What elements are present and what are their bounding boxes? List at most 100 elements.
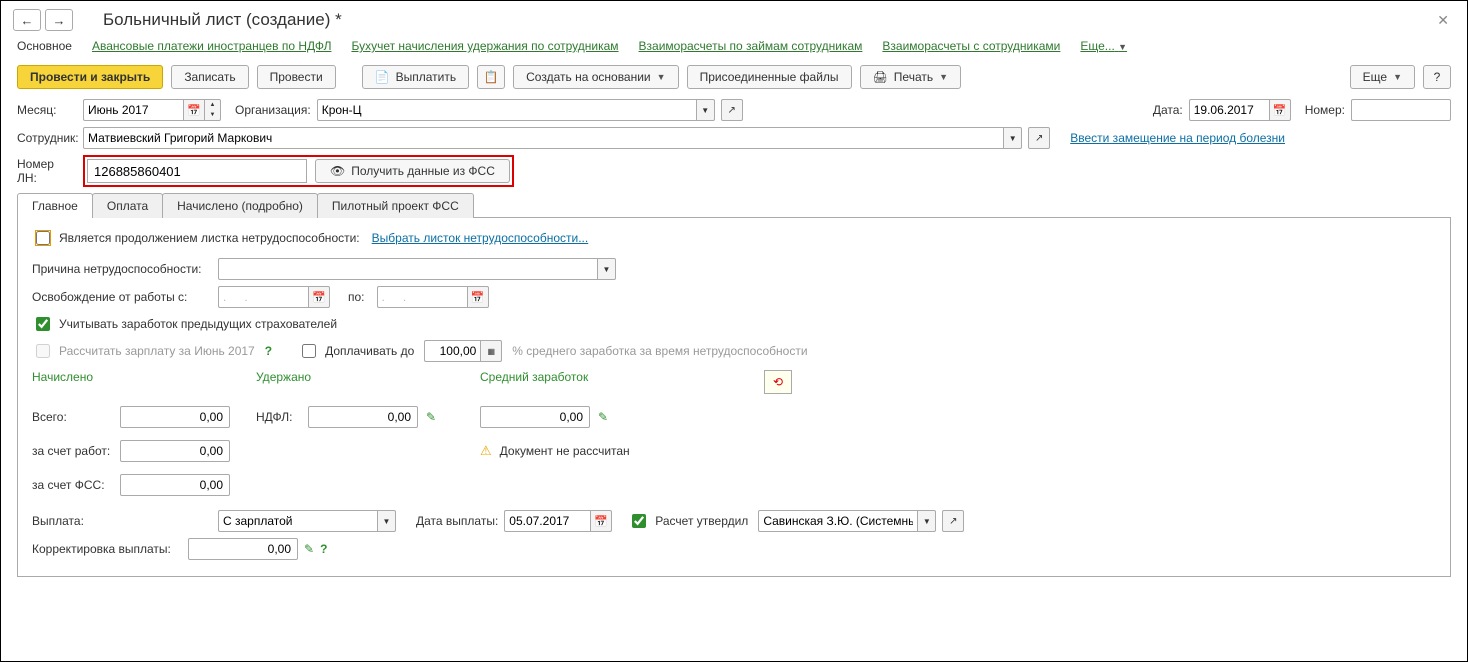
month-label: Месяц: <box>17 103 77 117</box>
calendar-icon[interactable]: 📅 <box>1269 99 1291 121</box>
edit-icon[interactable]: ✎ <box>426 410 436 424</box>
ln-number-input[interactable] <box>87 159 307 183</box>
release-to-input[interactable] <box>377 286 467 308</box>
attached-files-button[interactable]: Присоединенные файлы <box>687 65 852 89</box>
org-label: Организация: <box>235 103 311 117</box>
release-from-label: Освобождение от работы с: <box>32 290 212 304</box>
date-label: Дата: <box>1153 103 1183 117</box>
tab-fss-pilot[interactable]: Пилотный проект ФСС <box>317 193 474 218</box>
continuation-checkbox[interactable] <box>36 231 50 245</box>
nav-fwd-button[interactable]: → <box>45 9 73 31</box>
select-sick-leave-link[interactable]: Выбрать листок нетрудоспособности... <box>372 231 589 245</box>
ndfl-label: НДФЛ: <box>256 410 300 424</box>
accrued-header: Начислено <box>32 370 232 394</box>
dropdown-icon[interactable]: ▼ <box>598 258 616 280</box>
withheld-header: Удержано <box>256 370 456 394</box>
avg-input[interactable] <box>480 406 590 428</box>
fss-input[interactable] <box>120 474 230 496</box>
pay-date-label: Дата выплаты: <box>416 514 498 528</box>
reason-label: Причина нетрудоспособности: <box>32 262 212 276</box>
ln-label: Номер ЛН: <box>17 157 77 185</box>
number-input[interactable] <box>1351 99 1451 121</box>
calendar-icon[interactable]: 📅 <box>467 286 489 308</box>
more-button[interactable]: Еще ▼ <box>1350 65 1415 89</box>
help-button[interactable]: ? <box>1423 65 1451 89</box>
not-calculated-label: Документ не рассчитан <box>500 444 630 458</box>
release-from-input[interactable] <box>218 286 308 308</box>
create-on-basis-button[interactable]: Создать на основании ▼ <box>513 65 678 89</box>
number-label: Номер: <box>1305 103 1345 117</box>
calendar-icon[interactable]: 📅 <box>183 99 205 121</box>
nav-l3[interactable]: Взаиморасчеты по займам сотрудникам <box>639 39 863 53</box>
employer-label: за счет работ: <box>32 444 112 458</box>
nav-main[interactable]: Основное <box>17 39 72 53</box>
refresh-button[interactable]: ⟲ <box>764 370 792 394</box>
release-to-label: по: <box>348 290 365 304</box>
payment-select[interactable] <box>218 510 378 532</box>
topup-tail: % среднего заработка за время нетрудоспо… <box>512 344 807 358</box>
stepper-icon[interactable]: ▦ <box>480 340 502 362</box>
avg-header: Средний заработок <box>480 370 740 394</box>
employer-input[interactable] <box>120 440 230 462</box>
continuation-label: Является продолжением листка нетрудоспос… <box>59 231 360 245</box>
approved-label: Расчет утвердил <box>655 514 748 528</box>
tab-payment[interactable]: Оплата <box>92 193 163 218</box>
topup-label: Доплачивать до <box>325 344 414 358</box>
approver-open-button[interactable]: ↗ <box>942 510 964 532</box>
get-fss-data-button[interactable]: 👁 Получить данные из ФСС <box>315 159 510 183</box>
edit-icon[interactable]: ✎ <box>304 542 314 556</box>
nav-l1[interactable]: Авансовые платежи иностранцев по НДФЛ <box>92 39 331 53</box>
nav-more[interactable]: Еще... ▼ <box>1080 39 1127 53</box>
nav-back-button[interactable]: ← <box>13 9 41 31</box>
write-button[interactable]: Записать <box>171 65 248 89</box>
fss-label: за счет ФСС: <box>32 478 112 492</box>
edit-icon[interactable]: ✎ <box>598 410 608 424</box>
report-icon-button[interactable]: 📋 <box>477 65 505 89</box>
nav-l4[interactable]: Взаиморасчеты с сотрудниками <box>882 39 1060 53</box>
correction-input[interactable] <box>188 538 298 560</box>
post-and-close-button[interactable]: Провести и закрыть <box>17 65 163 89</box>
close-icon[interactable]: ✕ <box>1431 12 1455 29</box>
prev-insurers-label: Учитывать заработок предыдущих страховат… <box>59 317 337 331</box>
month-input[interactable] <box>83 99 183 121</box>
calc-salary-label: Рассчитать зарплату за Июнь 2017 <box>59 344 255 358</box>
date-input[interactable] <box>1189 99 1269 121</box>
employee-open-button[interactable]: ↗ <box>1028 127 1050 149</box>
employee-input[interactable] <box>83 127 1004 149</box>
org-input[interactable] <box>317 99 697 121</box>
pay-button[interactable]: 📄 Выплатить <box>362 65 469 89</box>
tab-accrued[interactable]: Начислено (подробно) <box>162 193 318 218</box>
org-open-button[interactable]: ↗ <box>721 99 743 121</box>
help-icon[interactable]: ? <box>265 344 272 358</box>
help-icon[interactable]: ? <box>320 542 327 556</box>
dropdown-icon[interactable]: ▼ <box>378 510 396 532</box>
total-label: Всего: <box>32 410 112 424</box>
tab-main[interactable]: Главное <box>17 193 93 218</box>
eye-icon: 👁 <box>330 164 345 178</box>
substitution-link[interactable]: Ввести замещение на период болезни <box>1070 131 1285 145</box>
topup-checkbox[interactable] <box>302 344 316 358</box>
month-spinner[interactable]: ▲▼ <box>205 99 221 121</box>
calendar-icon[interactable]: 📅 <box>590 510 612 532</box>
total-input[interactable] <box>120 406 230 428</box>
print-icon: 🖨 <box>873 70 888 84</box>
dropdown-icon[interactable]: ▼ <box>697 99 715 121</box>
topup-input[interactable] <box>424 340 480 362</box>
post-button[interactable]: Провести <box>257 65 336 89</box>
approved-checkbox[interactable] <box>632 514 646 528</box>
employee-label: Сотрудник: <box>17 131 77 145</box>
dropdown-icon[interactable]: ▼ <box>918 510 936 532</box>
pay-date-input[interactable] <box>504 510 590 532</box>
payment-label: Выплата: <box>32 514 212 528</box>
nav-l2[interactable]: Бухучет начисления удержания по сотрудни… <box>351 39 618 53</box>
calendar-icon[interactable]: 📅 <box>308 286 330 308</box>
reason-input[interactable] <box>218 258 598 280</box>
dropdown-icon[interactable]: ▼ <box>1004 127 1022 149</box>
ndfl-input[interactable] <box>308 406 418 428</box>
print-button[interactable]: 🖨 Печать ▼ <box>860 65 961 89</box>
chevron-down-icon: ▼ <box>939 72 948 82</box>
approver-input[interactable] <box>758 510 918 532</box>
prev-insurers-checkbox[interactable] <box>36 317 50 331</box>
chevron-down-icon: ▼ <box>657 72 666 82</box>
pay-icon: 📄 <box>375 70 390 84</box>
